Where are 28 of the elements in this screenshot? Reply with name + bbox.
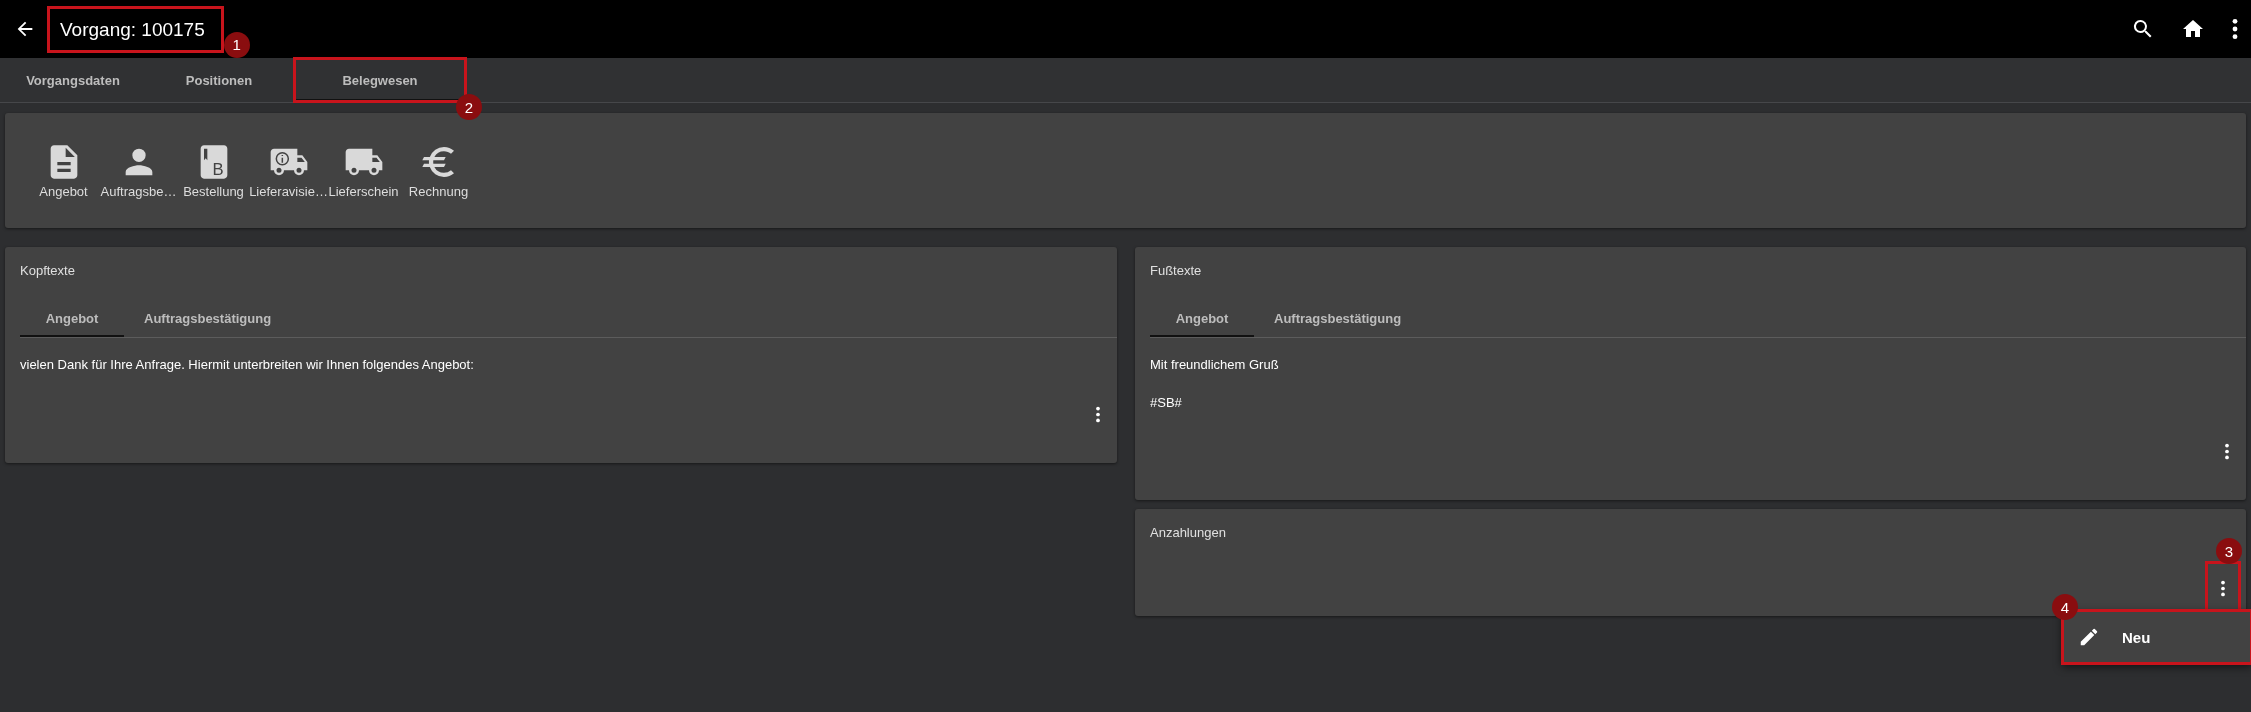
page-title: Vorgang: 100175 — [48, 6, 223, 52]
more-menu-icon — [2220, 579, 2226, 597]
tab[interactable]: Auftragsbestätigung — [124, 300, 292, 337]
callout-badge: 4 — [2052, 594, 2078, 620]
card-title: Fußtexte — [1150, 263, 1203, 278]
document-type-button[interactable]: Lieferavisie… — [251, 142, 326, 199]
card-title: Kopftexte — [20, 263, 76, 278]
tab[interactable]: Vorgangsdaten — [0, 58, 146, 102]
card-title: Anzahlungen — [1150, 525, 1227, 540]
tab[interactable]: Angebot — [1150, 300, 1254, 337]
document-type-button[interactable]: B Bestellung — [176, 142, 251, 199]
tab[interactable]: Positionen — [146, 58, 292, 102]
callout-badge: 3 — [2216, 538, 2242, 564]
more-menu-icon[interactable] — [2231, 18, 2239, 40]
callout-badge: 2 — [456, 94, 482, 120]
pencil-icon — [2078, 626, 2100, 648]
tab[interactable]: Auftragsbestätigung — [1254, 300, 1422, 337]
document-type-button[interactable]: Lieferschein — [326, 142, 401, 199]
tab[interactable]: Angebot — [20, 300, 124, 337]
document-type-button[interactable]: Angebot — [26, 142, 101, 199]
document-type-button[interactable]: Auftragsbe… — [101, 142, 176, 199]
text-line: Mit freundlichem Gruß — [1150, 356, 1280, 374]
text-line: vielen Dank für Ihre Anfrage. Hiermit unterbreiten wir Ihnen folgendes Angebot: — [20, 356, 475, 374]
document-type-button[interactable]: Rechnung — [401, 142, 476, 199]
more-menu-icon[interactable] — [2224, 443, 2230, 460]
text-line: #SB# — [1150, 394, 1183, 412]
callout-badge: 1 — [223, 31, 250, 58]
more-menu-icon[interactable] — [1095, 406, 1101, 423]
